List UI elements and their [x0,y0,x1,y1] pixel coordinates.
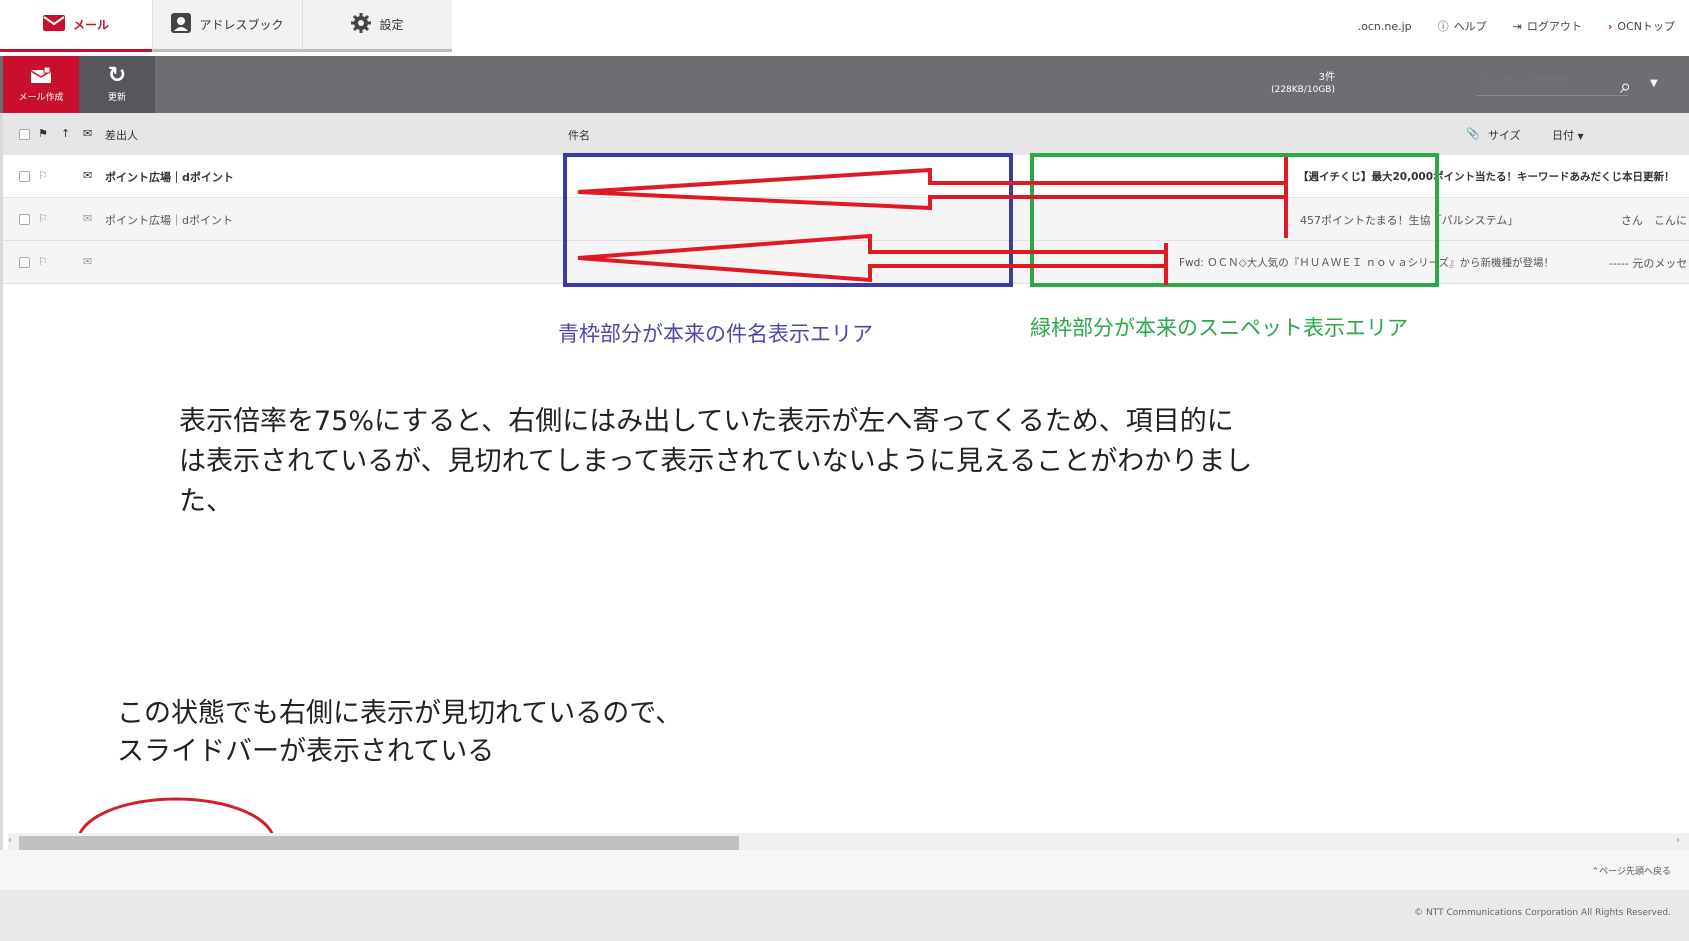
scroll-right-arrow-icon[interactable]: › [1676,835,1680,846]
back-to-top-label: ページ先頭へ戻る [1599,867,1671,877]
note-line: は表示されているが、見切れてしまって表示されていないように見えることがわかりまし [179,446,1253,477]
annotation-note-scrollbar: この状態でも右側に表示が見切れているので、 スライドバーが表示されている [117,695,682,771]
green-box-label: 緑枠部分が本来のスニペット表示エリア [1030,316,1408,340]
scroll-left-arrow-icon[interactable]: ‹ [8,835,12,846]
note-line: た、 [179,486,233,517]
scrollbar-thumb[interactable] [19,836,739,850]
red-arrow-1 [577,157,1288,238]
annotation-note-zoom: 表示倍率を75%にすると、右側にはみ出していた表示が左へ寄ってくるため、項目的に… [179,402,1252,522]
note-line: この状態でも右側に表示が見切れているので、 [117,698,683,729]
copyright-text: © NTT Communications Corporation All Rig… [1414,908,1671,918]
note-line: 表示倍率を75%にすると、右側にはみ出していた表示が左へ寄ってくるため、項目的に [179,406,1234,437]
blue-box-label: 青枠部分が本来の件名表示エリア [558,322,873,346]
back-to-top-link[interactable]: ⌃ページ先頭へ戻る [1592,864,1671,877]
copyright-bar: © NTT Communications Corporation All Rig… [0,890,1689,941]
red-arrow-2 [577,233,1168,285]
footer-bar: ⌃ページ先頭へ戻る [0,850,1689,890]
note-line: スライドバーが表示されている [117,736,495,767]
